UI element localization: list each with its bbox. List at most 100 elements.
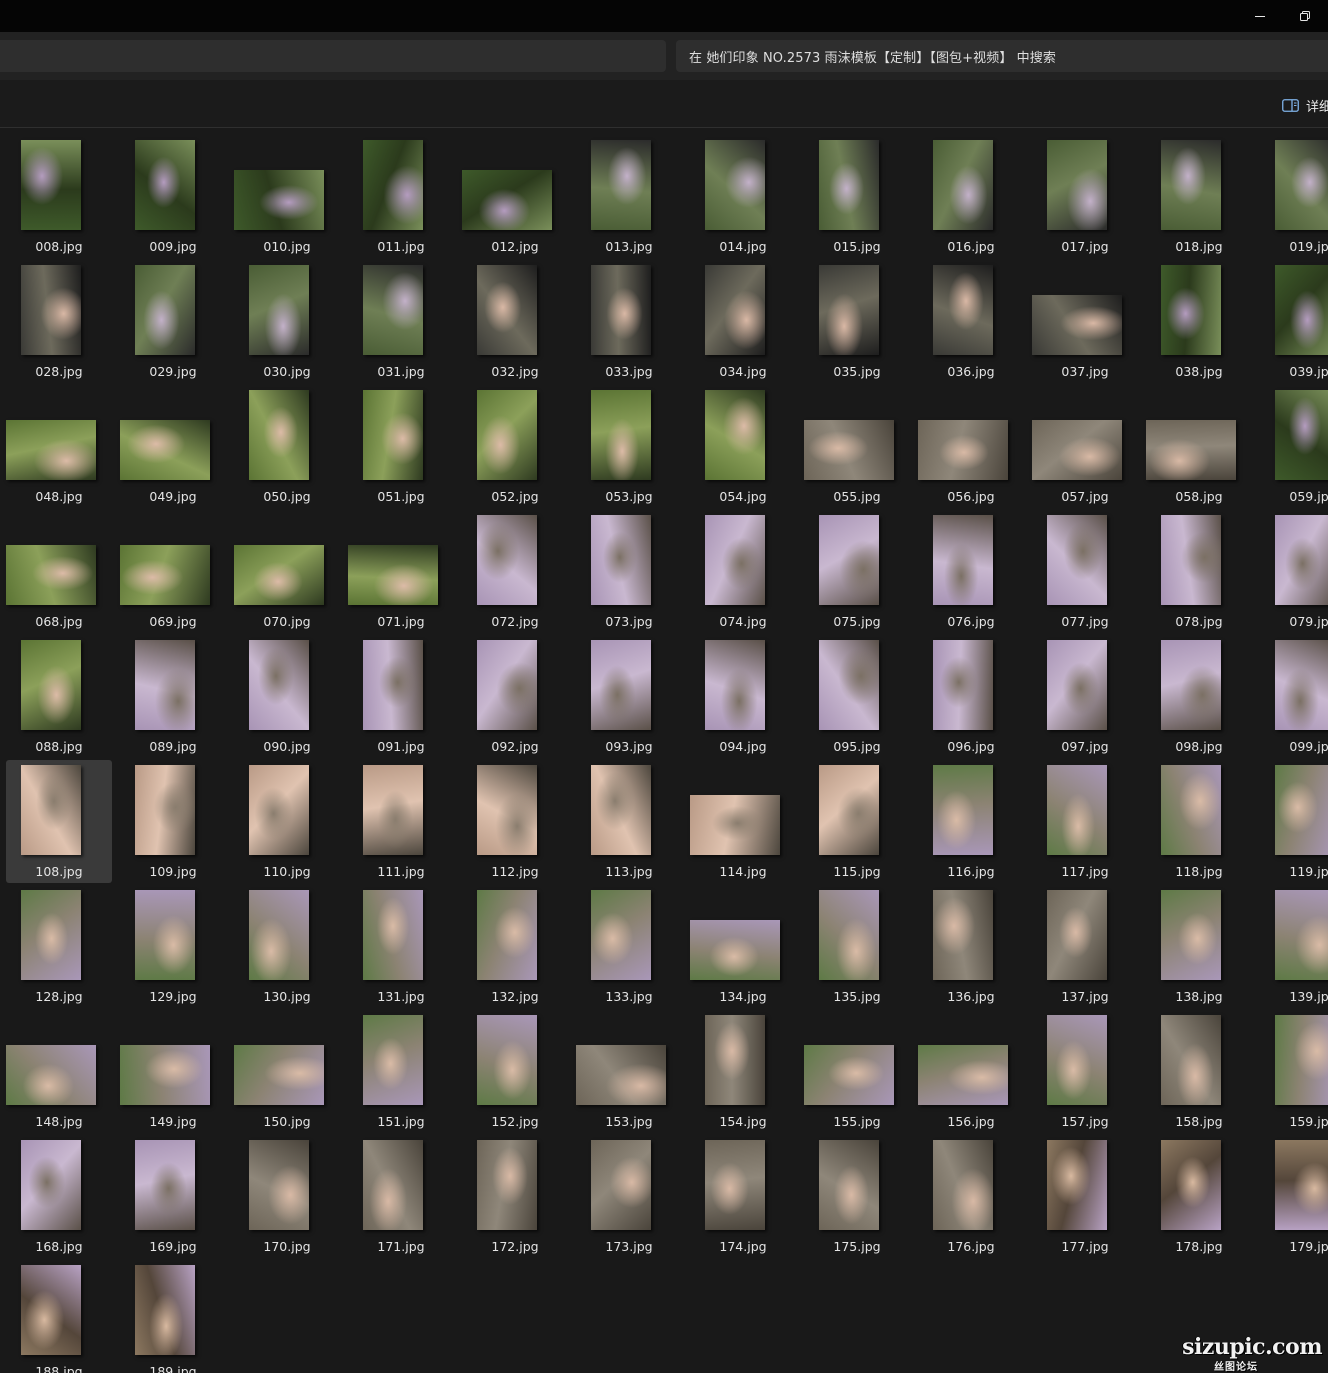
file-tile[interactable]: 054.jpg (690, 385, 796, 508)
file-tile[interactable]: 055.jpg (804, 385, 910, 508)
file-tile[interactable]: 079.jpg (1260, 510, 1328, 633)
file-tile[interactable]: 129.jpg (120, 885, 226, 1008)
file-tile[interactable]: 137.jpg (1032, 885, 1138, 1008)
file-tile[interactable]: 051.jpg (348, 385, 454, 508)
file-tile[interactable]: 119.jpg (1260, 760, 1328, 883)
file-tile[interactable]: 048.jpg (6, 385, 112, 508)
file-tile[interactable]: 013.jpg (576, 135, 682, 258)
file-tile[interactable]: 109.jpg (120, 760, 226, 883)
file-tile[interactable]: 113.jpg (576, 760, 682, 883)
file-tile[interactable]: 075.jpg (804, 510, 910, 633)
file-tile[interactable]: 096.jpg (918, 635, 1024, 758)
file-tile[interactable]: 016.jpg (918, 135, 1024, 258)
file-tile[interactable]: 136.jpg (918, 885, 1024, 1008)
file-tile[interactable]: 173.jpg (576, 1135, 682, 1258)
file-tile[interactable]: 028.jpg (6, 260, 112, 383)
file-tile[interactable]: 139.jpg (1260, 885, 1328, 1008)
file-tile[interactable]: 169.jpg (120, 1135, 226, 1258)
file-tile[interactable]: 076.jpg (918, 510, 1024, 633)
file-tile[interactable]: 175.jpg (804, 1135, 910, 1258)
file-tile[interactable]: 009.jpg (120, 135, 226, 258)
file-tile[interactable]: 189.jpg (120, 1260, 226, 1373)
file-tile[interactable]: 099.jpg (1260, 635, 1328, 758)
file-tile[interactable]: 111.jpg (348, 760, 454, 883)
file-tile[interactable]: 132.jpg (462, 885, 568, 1008)
file-tile[interactable]: 178.jpg (1146, 1135, 1252, 1258)
file-tile[interactable]: 057.jpg (1032, 385, 1138, 508)
file-tile[interactable]: 039.jpg (1260, 260, 1328, 383)
file-tile[interactable]: 157.jpg (1032, 1010, 1138, 1133)
file-tile[interactable]: 108.jpg (6, 760, 112, 883)
details-button[interactable]: 详细 (1282, 96, 1328, 115)
file-tile[interactable]: 097.jpg (1032, 635, 1138, 758)
file-tile[interactable]: 052.jpg (462, 385, 568, 508)
file-tile[interactable]: 049.jpg (120, 385, 226, 508)
file-tile[interactable]: 058.jpg (1146, 385, 1252, 508)
file-tile[interactable]: 168.jpg (6, 1135, 112, 1258)
file-tile[interactable]: 171.jpg (348, 1135, 454, 1258)
file-tile[interactable]: 159.jpg (1260, 1010, 1328, 1133)
file-tile[interactable]: 015.jpg (804, 135, 910, 258)
file-tile[interactable]: 071.jpg (348, 510, 454, 633)
file-tile[interactable]: 078.jpg (1146, 510, 1252, 633)
file-tile[interactable]: 158.jpg (1146, 1010, 1252, 1133)
file-tile[interactable]: 019.jpg (1260, 135, 1328, 258)
file-tile[interactable]: 014.jpg (690, 135, 796, 258)
file-tile[interactable]: 188.jpg (6, 1260, 112, 1373)
file-tile[interactable]: 172.jpg (462, 1135, 568, 1258)
file-tile[interactable]: 118.jpg (1146, 760, 1252, 883)
file-tile[interactable]: 034.jpg (690, 260, 796, 383)
file-tile[interactable]: 133.jpg (576, 885, 682, 1008)
file-tile[interactable]: 138.jpg (1146, 885, 1252, 1008)
file-tile[interactable]: 134.jpg (690, 885, 796, 1008)
file-tile[interactable]: 098.jpg (1146, 635, 1252, 758)
file-tile[interactable]: 069.jpg (120, 510, 226, 633)
file-tile[interactable]: 059.jpg (1260, 385, 1328, 508)
file-tile[interactable]: 032.jpg (462, 260, 568, 383)
file-tile[interactable]: 056.jpg (918, 385, 1024, 508)
file-tile[interactable]: 131.jpg (348, 885, 454, 1008)
file-tile[interactable]: 091.jpg (348, 635, 454, 758)
search-box[interactable]: 在 她们印象 NO.2573 雨沫模板【定制】【图包+视频】 中搜索 (676, 40, 1328, 72)
file-tile[interactable]: 130.jpg (234, 885, 340, 1008)
file-tile[interactable]: 150.jpg (234, 1010, 340, 1133)
restore-button[interactable] (1282, 0, 1328, 32)
file-tile[interactable]: 008.jpg (6, 135, 112, 258)
file-tile[interactable]: 018.jpg (1146, 135, 1252, 258)
file-tile[interactable]: 088.jpg (6, 635, 112, 758)
file-tile[interactable]: 155.jpg (804, 1010, 910, 1133)
file-tile[interactable]: 177.jpg (1032, 1135, 1138, 1258)
file-tile[interactable]: 176.jpg (918, 1135, 1024, 1258)
file-tile[interactable]: 037.jpg (1032, 260, 1138, 383)
file-tile[interactable]: 077.jpg (1032, 510, 1138, 633)
file-tile[interactable]: 010.jpg (234, 135, 340, 258)
file-tile[interactable]: 053.jpg (576, 385, 682, 508)
file-tile[interactable]: 135.jpg (804, 885, 910, 1008)
file-tile[interactable]: 153.jpg (576, 1010, 682, 1133)
file-tile[interactable]: 151.jpg (348, 1010, 454, 1133)
address-input[interactable] (0, 40, 666, 72)
file-tile[interactable]: 152.jpg (462, 1010, 568, 1133)
file-tile[interactable]: 170.jpg (234, 1135, 340, 1258)
file-tile[interactable]: 174.jpg (690, 1135, 796, 1258)
file-tile[interactable]: 073.jpg (576, 510, 682, 633)
file-tile[interactable]: 148.jpg (6, 1010, 112, 1133)
file-tile[interactable]: 031.jpg (348, 260, 454, 383)
file-tile[interactable]: 072.jpg (462, 510, 568, 633)
file-tile[interactable]: 114.jpg (690, 760, 796, 883)
file-tile[interactable]: 156.jpg (918, 1010, 1024, 1133)
file-tile[interactable]: 089.jpg (120, 635, 226, 758)
file-tile[interactable]: 128.jpg (6, 885, 112, 1008)
file-tile[interactable]: 017.jpg (1032, 135, 1138, 258)
file-tile[interactable]: 029.jpg (120, 260, 226, 383)
minimize-button[interactable] (1237, 0, 1283, 32)
file-tile[interactable]: 115.jpg (804, 760, 910, 883)
file-tile[interactable]: 149.jpg (120, 1010, 226, 1133)
file-tile[interactable]: 011.jpg (348, 135, 454, 258)
file-tile[interactable]: 110.jpg (234, 760, 340, 883)
file-tile[interactable]: 095.jpg (804, 635, 910, 758)
file-tile[interactable]: 036.jpg (918, 260, 1024, 383)
file-tile[interactable]: 116.jpg (918, 760, 1024, 883)
file-tile[interactable]: 117.jpg (1032, 760, 1138, 883)
file-tile[interactable]: 179.jpg (1260, 1135, 1328, 1258)
